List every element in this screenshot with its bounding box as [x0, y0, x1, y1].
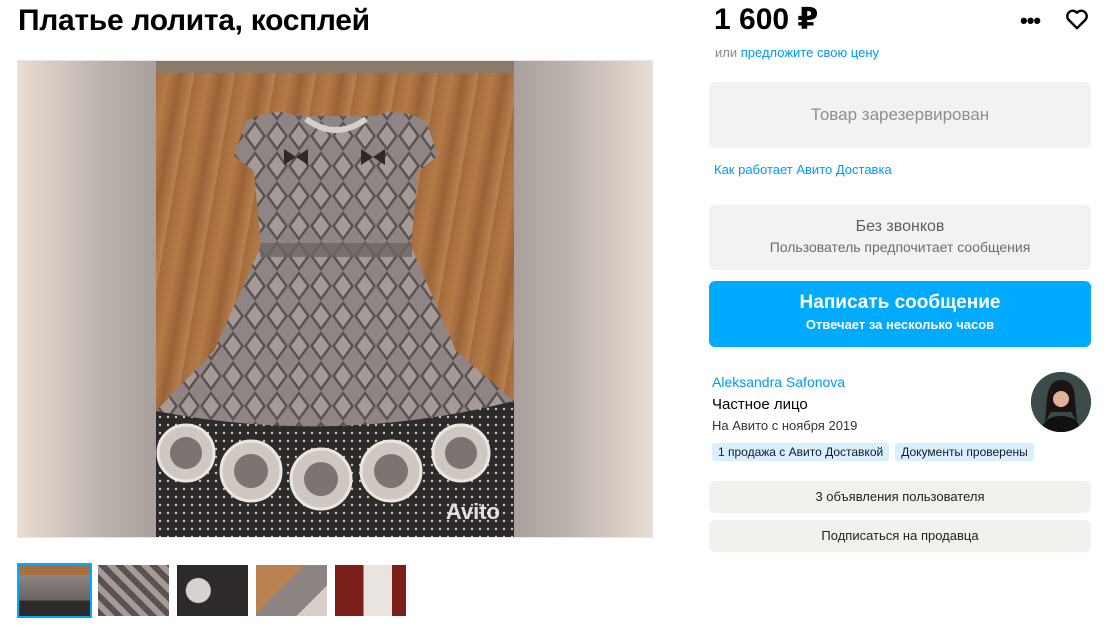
badge-delivery-sales: 1 продажа с Авито Доставкой: [712, 443, 890, 461]
offer-price-link[interactable]: предложите свою цену: [741, 45, 879, 60]
offer-prefix: или: [715, 45, 738, 60]
offer-line: или предложите свою цену: [715, 45, 879, 60]
no-calls-button[interactable]: Без звонков Пользователь предпочитает со…: [709, 205, 1091, 270]
thumbnail-2[interactable]: [96, 563, 171, 618]
avatar[interactable]: [1031, 372, 1091, 432]
thumbnail-strip: [17, 563, 408, 618]
seller-since: На Авито с ноября 2019: [712, 418, 858, 433]
seller-name-link[interactable]: Aleksandra Safonova: [712, 374, 845, 390]
thumbnail-3[interactable]: [175, 563, 250, 618]
avito-watermark: Avito: [445, 499, 500, 524]
gallery-blur-right: [512, 61, 652, 537]
listing-title: Платье лолита, косплей: [18, 4, 370, 37]
delivery-info-link[interactable]: Как работает Авито Доставка: [714, 162, 892, 177]
seller-badges: 1 продажа с Авито Доставкой Документы пр…: [712, 443, 1034, 461]
response-time-label: Отвечает за несколько часов: [805, 317, 995, 332]
no-calls-title: Без звонков: [855, 218, 945, 235]
dress-illustration: [156, 61, 514, 537]
subscribe-seller-button[interactable]: Подписаться на продавца: [709, 520, 1091, 552]
write-message-button[interactable]: Написать сообщение Отвечает за несколько…: [709, 281, 1091, 347]
heart-icon[interactable]: [1064, 6, 1090, 32]
main-photo[interactable]: [156, 61, 514, 537]
thumbnail-4[interactable]: [254, 563, 329, 618]
no-calls-subtitle: Пользователь предпочитает сообщения: [769, 239, 1031, 255]
thumbnail-5[interactable]: [333, 563, 408, 618]
badge-documents-verified: Документы проверены: [895, 443, 1034, 461]
thumbnail-1[interactable]: [17, 563, 92, 618]
photo-gallery[interactable]: Avito: [17, 60, 653, 538]
seller-type: Частное лицо: [712, 396, 808, 413]
write-message-label: Написать сообщение: [799, 292, 1001, 313]
avatar-image: [1031, 372, 1091, 432]
user-ads-button[interactable]: 3 объявления пользователя: [709, 481, 1091, 513]
reserved-button[interactable]: Товар зарезервирован: [709, 82, 1091, 148]
more-icon[interactable]: •••: [1020, 8, 1041, 34]
gallery-blur-left: [18, 61, 156, 537]
price: 1 600 ₽: [714, 3, 819, 36]
